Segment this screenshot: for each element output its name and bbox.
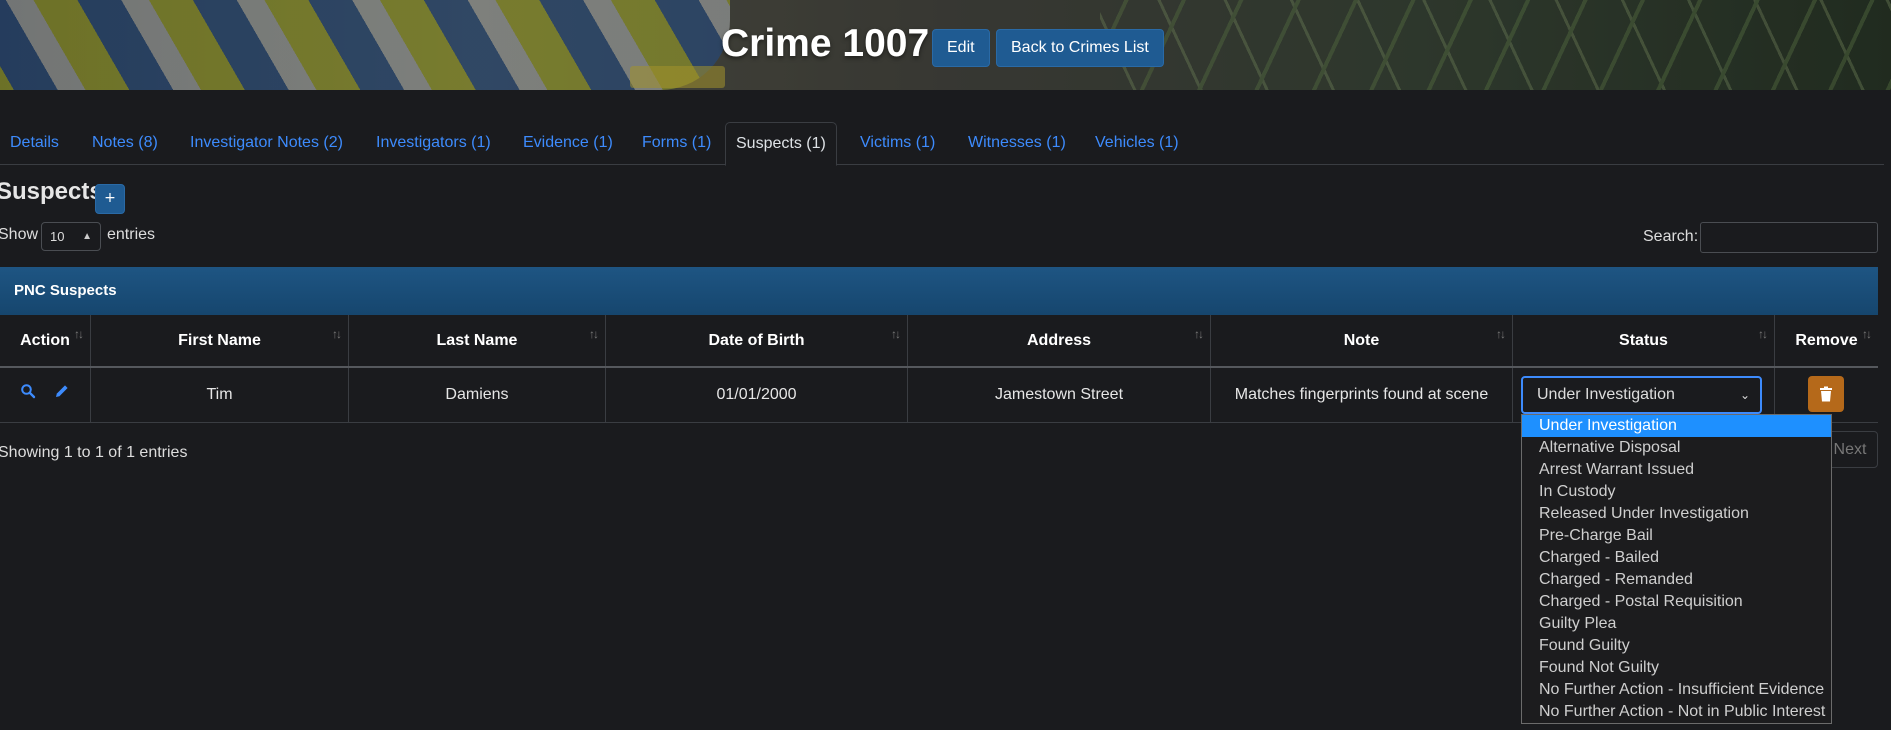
status-option[interactable]: Pre-Charge Bail bbox=[1522, 525, 1831, 547]
status-option[interactable]: Charged - Bailed bbox=[1522, 547, 1831, 569]
page-length-value: 10 bbox=[50, 229, 65, 244]
status-option[interactable]: Charged - Remanded bbox=[1522, 569, 1831, 591]
tab-investigator-notes[interactable]: Investigator Notes (2) bbox=[180, 122, 353, 164]
action-cell bbox=[0, 368, 91, 422]
tab-witnesses[interactable]: Witnesses (1) bbox=[958, 122, 1076, 164]
pencil-icon[interactable] bbox=[54, 368, 70, 422]
sort-icon: ↑↓ bbox=[1758, 327, 1768, 341]
add-suspect-button[interactable]: + bbox=[95, 184, 125, 214]
tab-investigators[interactable]: Investigators (1) bbox=[366, 122, 501, 164]
table-caption: PNC Suspects bbox=[0, 267, 1878, 315]
status-option[interactable]: Arrest Warrant Issued bbox=[1522, 459, 1831, 481]
back-to-crimes-list-button[interactable]: Back to Crimes List bbox=[996, 29, 1164, 67]
entries-label: entries bbox=[107, 226, 156, 243]
chevron-down-icon: ⌄ bbox=[1739, 388, 1750, 402]
tab-notes[interactable]: Notes (8) bbox=[82, 122, 168, 164]
status-option[interactable]: Alternative Disposal bbox=[1522, 437, 1831, 459]
tab-victims[interactable]: Victims (1) bbox=[850, 122, 945, 164]
col-last-name[interactable]: Last Name ↑↓ bbox=[349, 315, 606, 366]
section-title: Suspects bbox=[0, 178, 103, 205]
col-address[interactable]: Address ↑↓ bbox=[908, 315, 1211, 366]
table-header: Action ↑↓ First Name ↑↓ Last Name ↑↓ Date o… bbox=[0, 315, 1878, 368]
page-title: Crime 1007 bbox=[721, 22, 930, 65]
col-remove[interactable]: Remove ↑↓ bbox=[1775, 315, 1878, 366]
col-status[interactable]: Status ↑↓ bbox=[1513, 315, 1775, 366]
status-option[interactable]: Guilty Plea bbox=[1522, 613, 1831, 635]
tab-forms[interactable]: Forms (1) bbox=[632, 122, 721, 164]
sort-icon: ↑↓ bbox=[1862, 327, 1872, 341]
status-select-value: Under Investigation bbox=[1537, 386, 1675, 403]
status-option[interactable]: In Custody bbox=[1522, 481, 1831, 503]
search-input[interactable] bbox=[1700, 222, 1878, 253]
col-note[interactable]: Note ↑↓ bbox=[1211, 315, 1513, 366]
status-option[interactable]: No Further Action - Insufficient Evidenc… bbox=[1522, 679, 1831, 701]
status-option[interactable]: Under Investigation bbox=[1522, 415, 1831, 437]
status-dropdown-list: Under Investigation Alternative Disposal… bbox=[1521, 414, 1832, 724]
col-first-name[interactable]: First Name ↑↓ bbox=[91, 315, 349, 366]
sort-icon: ↑↓ bbox=[74, 327, 84, 341]
remove-suspect-button[interactable] bbox=[1808, 376, 1844, 412]
cell-note: Matches fingerprints found at scene bbox=[1211, 368, 1513, 422]
table-info: Showing 1 to 1 of 1 entries bbox=[0, 444, 188, 461]
status-option[interactable]: No Further Action - Not in Public Intere… bbox=[1522, 701, 1831, 723]
magnifier-icon[interactable] bbox=[20, 368, 36, 422]
cell-first-name: Tim bbox=[91, 368, 349, 422]
sort-icon: ↑↓ bbox=[1194, 327, 1204, 341]
status-option[interactable]: Found Not Guilty bbox=[1522, 657, 1831, 679]
status-option[interactable]: Found Guilty bbox=[1522, 635, 1831, 657]
status-select[interactable]: Under Investigation ⌄ bbox=[1521, 376, 1762, 414]
cell-date-of-birth: 01/01/2000 bbox=[606, 368, 908, 422]
tab-evidence[interactable]: Evidence (1) bbox=[513, 122, 623, 164]
sort-icon: ↑↓ bbox=[332, 327, 342, 341]
status-option[interactable]: Released Under Investigation bbox=[1522, 503, 1831, 525]
col-date-of-birth[interactable]: Date of Birth ↑↓ bbox=[606, 315, 908, 366]
col-action[interactable]: Action ↑↓ bbox=[0, 315, 91, 366]
search-label: Search: bbox=[1643, 228, 1699, 245]
sort-icon: ↑↓ bbox=[1496, 327, 1506, 341]
tab-vehicles[interactable]: Vehicles (1) bbox=[1085, 122, 1189, 164]
tab-bar: Details Notes (8) Investigator Notes (2)… bbox=[0, 122, 1884, 166]
cell-address: Jamestown Street bbox=[908, 368, 1211, 422]
sort-icon: ↑↓ bbox=[891, 327, 901, 341]
sort-icon: ↑↓ bbox=[589, 327, 599, 341]
page-length-select[interactable]: 10 ▲ bbox=[41, 222, 101, 251]
cell-last-name: Damiens bbox=[349, 368, 606, 422]
trash-icon bbox=[1820, 386, 1832, 402]
header-banner: Crime 1007 Edit Back to Crimes List bbox=[0, 0, 1891, 90]
tab-details[interactable]: Details bbox=[0, 122, 69, 164]
show-label: Show bbox=[0, 226, 39, 243]
tab-suspects[interactable]: Suspects (1) bbox=[725, 122, 837, 166]
edit-button[interactable]: Edit bbox=[932, 29, 990, 67]
status-option[interactable]: Charged - Postal Requisition bbox=[1522, 591, 1831, 613]
select-arrows-icon: ▲ bbox=[82, 231, 92, 242]
